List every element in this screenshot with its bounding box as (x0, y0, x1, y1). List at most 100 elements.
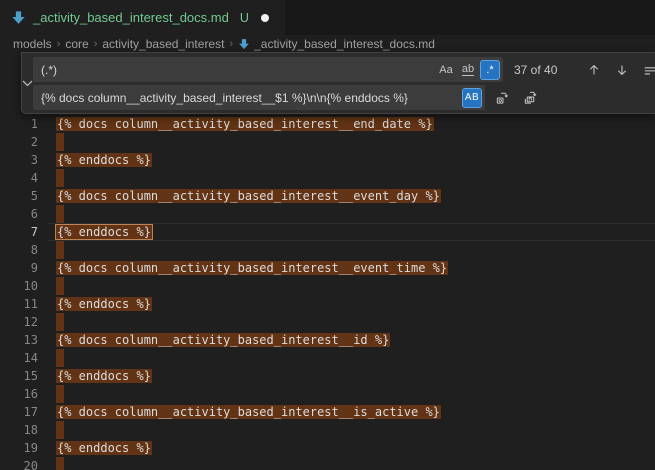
breadcrumb-separator-icon: › (94, 38, 98, 50)
line-number: 9 (0, 261, 38, 275)
replace-icon (495, 90, 510, 105)
empty-line-match-highlight (56, 385, 64, 403)
empty-line-match-highlight (56, 169, 64, 187)
code-line[interactable]: 13 {% docs column__activity_based_intere… (0, 331, 655, 349)
find-input-value: (.*) (41, 63, 434, 77)
find-match-highlight: {% docs column__activity_based_interest_… (56, 189, 441, 203)
find-match-highlight: {% enddocs %} (56, 369, 152, 383)
breadcrumb-item-models[interactable]: models (13, 37, 52, 51)
code-line[interactable]: 17 {% docs column__activity_based_intere… (0, 403, 655, 421)
replace-input-value: {% docs column__activity_based_interest_… (41, 91, 460, 105)
find-row: (.*) Aa ab .* 37 of 40 (33, 57, 655, 82)
find-replace-widget: (.*) Aa ab .* 37 of 40 (21, 52, 655, 114)
code-line[interactable]: 10 (0, 277, 655, 295)
editor-content[interactable]: 1 {% docs column__activity_based_interes… (0, 115, 655, 470)
line-number: 15 (0, 369, 38, 383)
code-line[interactable]: 5 {% docs column__activity_based_interes… (0, 187, 655, 205)
find-match-highlight: {% enddocs %} (56, 225, 152, 239)
find-match-highlight: {% docs column__activity_based_interest_… (56, 261, 448, 275)
empty-line-match-highlight (56, 313, 64, 331)
line-number: 19 (0, 441, 38, 455)
find-match-highlight: {% docs column__activity_based_interest_… (56, 117, 434, 131)
line-number: 18 (0, 423, 38, 437)
line-number: 10 (0, 279, 38, 293)
arrow-up-icon (587, 63, 601, 77)
find-match-highlight: {% docs column__activity_based_interest_… (56, 405, 441, 419)
match-count: 37 of 40 (514, 63, 576, 77)
empty-line-match-highlight (56, 349, 64, 367)
breadcrumb-item-activity-based-interest[interactable]: activity_based_interest (102, 37, 224, 51)
code-line[interactable]: 3 {% enddocs %} (0, 151, 655, 169)
arrow-down-icon (615, 63, 629, 77)
code-line[interactable]: 19 {% enddocs %} (0, 439, 655, 457)
empty-line-match-highlight (56, 277, 64, 295)
tab-filename: _activity_based_interest_docs.md (33, 10, 229, 25)
unsaved-changes-dot[interactable] (261, 14, 269, 22)
find-in-selection-icon (643, 63, 655, 77)
find-match-highlight: {% docs column__activity_based_interest_… (56, 333, 390, 347)
code-line[interactable]: 15 {% enddocs %} (0, 367, 655, 385)
line-number: 1 (0, 117, 38, 131)
line-number: 5 (0, 189, 38, 203)
breadcrumb-separator-icon: › (229, 38, 233, 50)
code-line[interactable]: 8 (0, 241, 655, 259)
code-line[interactable]: 16 (0, 385, 655, 403)
code-line[interactable]: 7 {% enddocs %} (0, 223, 655, 241)
replace-button[interactable] (492, 87, 513, 108)
code-line[interactable]: 6 (0, 205, 655, 223)
editor-tab[interactable]: _activity_based_interest_docs.md U (0, 0, 285, 35)
empty-line-match-highlight (56, 457, 64, 470)
line-number: 6 (0, 207, 38, 221)
line-number: 20 (0, 459, 38, 470)
breadcrumb-item-core[interactable]: core (65, 37, 88, 51)
git-status-badge: U (240, 11, 249, 25)
code-line[interactable]: 20 (0, 457, 655, 470)
code-line[interactable]: 12 (0, 313, 655, 331)
empty-line-match-highlight (56, 421, 64, 439)
previous-match-button[interactable] (583, 59, 604, 80)
empty-line-match-highlight (56, 133, 64, 151)
regex-toggle[interactable]: .* (480, 60, 500, 80)
match-case-toggle[interactable]: Aa (436, 60, 456, 80)
preserve-case-toggle[interactable]: AB (462, 88, 482, 108)
find-input[interactable]: (.*) Aa ab .* (33, 57, 503, 82)
code-line[interactable]: 14 (0, 349, 655, 367)
code-line[interactable]: 9 {% docs column__activity_based_interes… (0, 259, 655, 277)
breadcrumb: models › core › activity_based_interest … (0, 35, 655, 52)
find-match-highlight: {% enddocs %} (56, 297, 152, 311)
line-number: 8 (0, 243, 38, 257)
line-number: 2 (0, 135, 38, 149)
tab-bar: _activity_based_interest_docs.md U (0, 0, 655, 35)
code-line[interactable]: 11 {% enddocs %} (0, 295, 655, 313)
code-line[interactable]: 18 (0, 421, 655, 439)
line-number: 12 (0, 315, 38, 329)
markdown-file-icon (11, 10, 26, 25)
code-line[interactable]: 4 (0, 169, 655, 187)
line-number: 4 (0, 171, 38, 185)
code-line[interactable]: 1 {% docs column__activity_based_interes… (0, 115, 655, 133)
empty-line-match-highlight (56, 241, 64, 259)
vscode-window: _activity_based_interest_docs.md U model… (0, 0, 655, 470)
line-number: 17 (0, 405, 38, 419)
line-number: 11 (0, 297, 38, 311)
breadcrumb-item-filename[interactable]: _activity_based_interest_docs.md (254, 37, 435, 51)
empty-line-match-highlight (56, 205, 64, 223)
replace-row: {% docs column__activity_based_interest_… (33, 85, 655, 110)
line-number: 3 (0, 153, 38, 167)
find-in-selection-button[interactable] (639, 59, 655, 80)
line-number: 13 (0, 333, 38, 347)
find-match-highlight: {% enddocs %} (56, 153, 152, 167)
line-number: 16 (0, 387, 38, 401)
replace-input[interactable]: {% docs column__activity_based_interest_… (33, 85, 485, 110)
whole-word-toggle[interactable]: ab (458, 60, 478, 80)
breadcrumb-separator-icon: › (57, 38, 61, 50)
replace-all-button[interactable] (520, 87, 541, 108)
toggle-replace-button[interactable] (22, 57, 33, 109)
code-line[interactable]: 2 (0, 133, 655, 151)
next-match-button[interactable] (611, 59, 632, 80)
line-number: 7 (0, 225, 38, 239)
replace-all-icon (523, 90, 538, 105)
line-number: 14 (0, 351, 38, 365)
find-match-highlight: {% enddocs %} (56, 441, 152, 455)
markdown-file-icon (238, 38, 250, 50)
